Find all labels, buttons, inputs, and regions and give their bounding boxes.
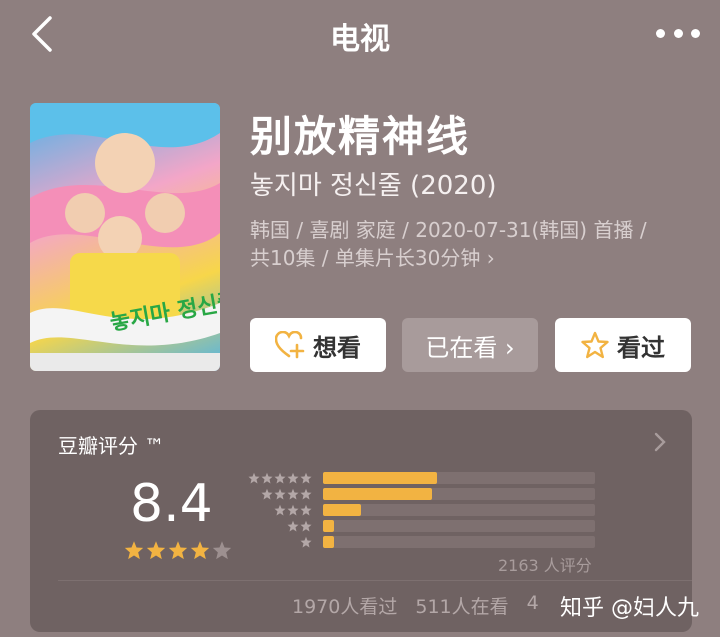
- distribution-bar-fill: [323, 520, 334, 532]
- watching-label: 已在看 ›: [425, 333, 515, 362]
- want-label: 想看: [313, 333, 361, 362]
- meta-line-1: 韩国 / 喜剧 家庭 / 2020-07-31(韩国) 首播 /: [250, 218, 647, 242]
- star-filled-icon: [124, 541, 144, 560]
- small-star-icon: [261, 472, 273, 484]
- show-meta[interactable]: 韩国 / 喜剧 家庭 / 2020-07-31(韩国) 首播 / 共10集 / …: [250, 216, 690, 272]
- small-star-icon: [261, 488, 273, 500]
- chevron-right-icon[interactable]: [654, 432, 666, 452]
- distribution-stars: [274, 504, 312, 516]
- poster-artwork: 놓지마 정신줄!: [30, 103, 220, 371]
- distribution-bar-fill: [323, 504, 362, 516]
- star-filled-icon: [146, 541, 166, 560]
- want-button[interactable]: 想看: [250, 318, 386, 372]
- small-star-icon: [287, 520, 299, 532]
- meta-line-2: 共10集 / 单集片长30分钟 ›: [250, 246, 495, 270]
- distribution-bar-track: [323, 504, 595, 516]
- small-star-icon: [287, 488, 299, 500]
- distribution-stars: [261, 488, 312, 500]
- nav-bar: 电视: [0, 0, 720, 66]
- original-title: 놓지마 정신줄 (2020): [250, 171, 497, 201]
- small-star-icon: [300, 488, 312, 500]
- small-star-icon: [300, 520, 312, 532]
- distribution-bar-fill: [323, 472, 438, 484]
- show-title: 别放精神线: [250, 112, 471, 161]
- star-outline-icon: [581, 331, 609, 359]
- distribution-bar-track: [323, 536, 595, 548]
- rating-count: 2163 人评分: [498, 556, 592, 575]
- small-star-icon: [274, 504, 286, 516]
- distribution-stars: [287, 520, 312, 532]
- audience-stats: 1970人看过 511人在看 4: [292, 592, 539, 619]
- small-star-icon: [300, 472, 312, 484]
- distribution-bar-track: [323, 488, 595, 500]
- small-star-icon: [300, 536, 312, 548]
- heart-plus-icon: [275, 331, 305, 359]
- distribution-bar-fill: [323, 536, 334, 548]
- star-filled-icon: [168, 541, 188, 560]
- watched-label: 看过: [617, 333, 665, 362]
- watching-button[interactable]: 已在看 ›: [402, 318, 538, 372]
- watched-button[interactable]: 看过: [555, 318, 691, 372]
- distribution-stars: [248, 472, 312, 484]
- distribution-bar-track: [323, 520, 595, 532]
- watermark: 知乎 @妇人九: [560, 596, 699, 621]
- distribution-bar-track: [323, 472, 595, 484]
- rating-label: 豆瓣评分 ™: [58, 434, 165, 458]
- star-filled-icon: [190, 541, 210, 560]
- small-star-icon: [274, 472, 286, 484]
- divider: [58, 580, 692, 581]
- distribution-stars: [300, 536, 312, 548]
- watched-count[interactable]: 1970人看过: [292, 592, 397, 619]
- small-star-icon: [287, 504, 299, 516]
- small-star-icon: [248, 472, 260, 484]
- rating-stars: [124, 540, 232, 560]
- small-star-icon: [287, 472, 299, 484]
- star-empty-icon: [212, 541, 232, 560]
- want-count[interactable]: 4: [527, 592, 539, 619]
- distribution-bar-fill: [323, 488, 432, 500]
- watching-count[interactable]: 511人在看: [415, 592, 508, 619]
- small-star-icon: [300, 504, 312, 516]
- small-star-icon: [274, 488, 286, 500]
- rating-score: 8.4: [130, 474, 213, 534]
- poster-image[interactable]: 놓지마 정신줄!: [30, 103, 220, 371]
- page-title: 电视: [330, 22, 390, 57]
- more-icon[interactable]: [656, 20, 700, 46]
